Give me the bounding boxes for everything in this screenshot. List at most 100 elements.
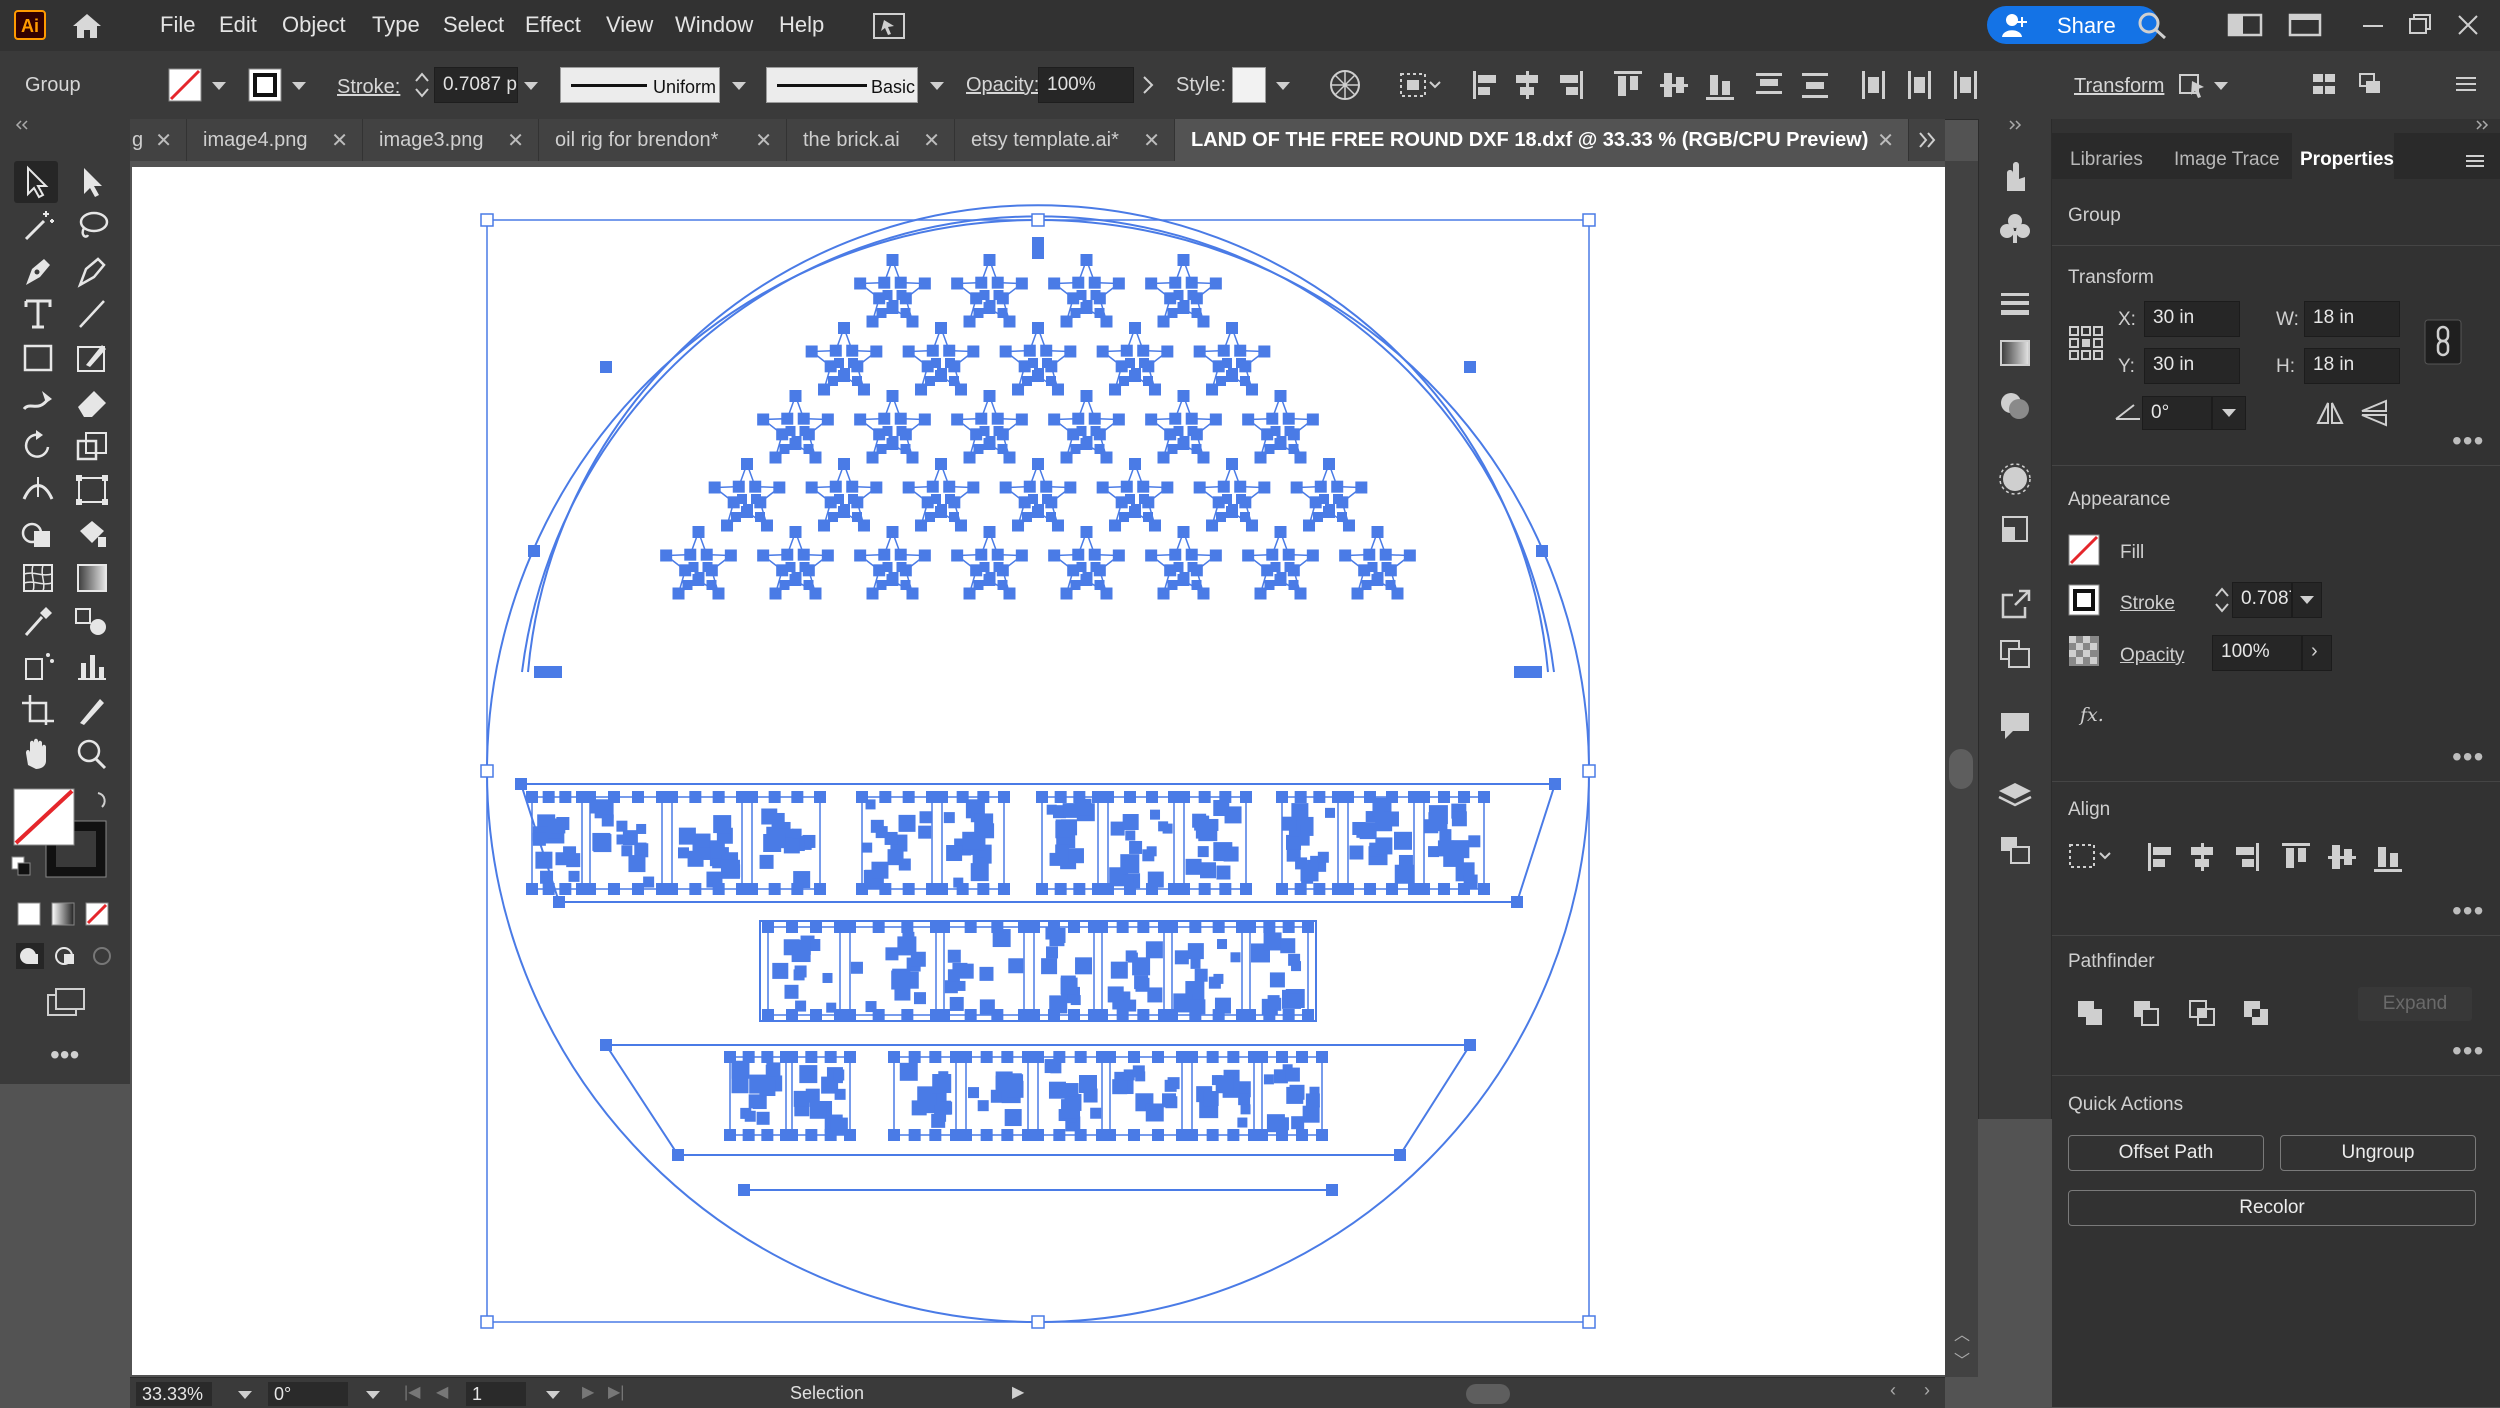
tab-image4[interactable]: image4.png ✕ [187,119,363,161]
eraser-tool-icon[interactable] [72,383,112,421]
tab-image3[interactable]: image3.png ✕ [363,119,539,161]
layers-panel-icon[interactable] [1995,779,2035,815]
tab-oil-rig[interactable]: oil rig for brendon* ✕ [539,119,787,161]
hand-tool-icon[interactable] [18,735,58,773]
brush-dropdown-icon[interactable] [930,82,944,90]
close-tab-icon[interactable]: ✕ [507,128,524,153]
close-tab-icon[interactable]: ✕ [331,128,348,153]
menu-file[interactable]: File [160,12,195,38]
flip-vertical-icon[interactable] [2358,399,2390,427]
menu-edit[interactable]: Edit [219,12,257,38]
type-tool-icon[interactable] [18,295,58,333]
resize-handle[interactable] [1582,764,1596,778]
fill-none-swatch[interactable] [2068,534,2100,566]
appearance-more-options-icon[interactable]: ••• [2452,741,2484,773]
close-tab-icon[interactable]: ✕ [923,128,940,153]
transparency-panel-icon[interactable] [1995,387,2035,423]
resize-handle[interactable] [480,764,494,778]
zoom-dropdown-icon[interactable] [238,1391,252,1399]
control-bar-menu-icon[interactable] [2452,69,2480,99]
workspace-switcher-icon[interactable] [2227,10,2263,40]
opacity-label[interactable]: Opacity: [966,74,1039,97]
transform-more-options-icon[interactable]: ••• [2452,425,2484,457]
next-artboard-icon[interactable]: ▶ [582,1382,594,1402]
opacity-input[interactable]: 100% [2212,635,2302,671]
width-tool-icon[interactable] [18,471,58,509]
rectangle-tool-icon[interactable] [18,339,58,377]
live-paint-bucket-icon[interactable] [72,515,112,553]
scroll-down-icon[interactable]: ﹀ [1954,1347,1970,1371]
pathfinder-buttons[interactable] [2076,997,2256,1031]
resize-handle[interactable] [1582,1315,1596,1329]
w-input[interactable]: 18 in [2304,301,2400,337]
align-to-selection-icon[interactable] [1398,69,1444,101]
restore-icon[interactable] [2402,10,2438,40]
transform-link[interactable]: Transform [2074,75,2164,98]
column-graph-tool-icon[interactable] [72,647,112,685]
close-tab-icon[interactable]: ✕ [1877,128,1894,153]
blend-tool-icon[interactable] [72,603,112,641]
close-tab-icon[interactable]: ✕ [155,128,172,153]
lasso-tool-icon[interactable] [72,207,112,245]
selection-tool-icon[interactable] [18,163,58,201]
recolor-button[interactable]: Recolor [2068,1190,2476,1226]
menu-help[interactable]: Help [779,12,824,38]
scroll-up-icon[interactable]: ︿ [1954,1321,1970,1345]
tab-image-trace[interactable]: Image Trace [2174,149,2280,171]
slice-tool-icon[interactable] [72,691,112,729]
vertical-scroll-thumb[interactable] [1949,749,1973,789]
close-tab-icon[interactable]: ✕ [755,128,772,153]
pen-tool-icon[interactable] [18,251,58,289]
tab-etsy-template[interactable]: etsy template.ai* ✕ [955,119,1175,161]
symbols-icon[interactable] [1995,211,2035,247]
expand-button[interactable]: Expand [2358,987,2472,1021]
graphic-style-swatch[interactable] [1232,67,1266,103]
fx-effects-button[interactable]: fx. [2080,704,2104,726]
stroke-stepper-icon[interactable] [2212,581,2232,619]
menu-select[interactable]: Select [443,12,504,38]
angle-dropdown[interactable] [2212,396,2246,430]
flip-horizontal-icon[interactable] [2314,399,2346,427]
stroke-stepper-icon[interactable] [412,67,432,103]
stroke-swatch-dropdown-icon[interactable] [292,82,306,90]
resize-handle[interactable] [1582,213,1596,227]
artboard-number-input[interactable]: 1 [466,1382,526,1406]
scroll-right-icon[interactable]: › [1924,1380,1930,1401]
collapse-panel-icon[interactable] [2470,119,2494,131]
style-dropdown-icon[interactable] [1276,82,1290,90]
stroke-weight-dropdown-icon[interactable] [524,82,538,90]
resize-handle[interactable] [1031,213,1045,227]
last-artboard-icon[interactable]: ▶| [608,1382,624,1402]
align-buttons-group[interactable] [1468,65,1838,105]
paintbrush-tool-icon[interactable] [72,339,112,377]
x-input[interactable]: 30 in [2144,301,2240,337]
vertical-scrollbar[interactable]: ︿ ﹀ [1945,161,1978,1377]
libraries-panel-icon[interactable] [1995,831,2035,867]
previous-artboard-icon[interactable]: ◀ [436,1382,448,1402]
gradient-tool-icon[interactable] [72,559,112,597]
horizontal-scroll-thumb[interactable] [1466,1384,1510,1404]
comments-icon[interactable] [1995,707,2035,743]
resize-handle[interactable] [1031,1315,1045,1329]
variable-width-profile-select[interactable]: Uniform [560,67,720,103]
draw-mode-buttons[interactable] [14,941,114,971]
rotate-tool-icon[interactable] [18,427,58,465]
stroke-label[interactable]: Stroke [2120,593,2175,615]
status-menu-icon[interactable]: ▶ [1012,1382,1024,1402]
minimize-icon[interactable] [2355,10,2391,40]
profile-dropdown-icon[interactable] [732,82,746,90]
export-icon[interactable] [1995,585,2035,621]
menu-effect[interactable]: Effect [525,12,581,38]
search-icon[interactable] [2135,10,2171,40]
tab-libraries[interactable]: Libraries [2070,149,2143,171]
align-more-options-icon[interactable]: ••• [2452,895,2484,927]
collapse-dock-icon[interactable] [2003,119,2027,131]
artboard-dropdown-icon[interactable] [546,1391,560,1399]
menu-type[interactable]: Type [372,12,420,38]
align-panel-buttons[interactable] [2068,837,2448,877]
magic-wand-tool-icon[interactable] [18,207,58,245]
line-segment-tool-icon[interactable] [72,295,112,333]
recolor-artwork-icon[interactable] [1328,68,1362,102]
share-button[interactable]: Share [1987,6,2159,44]
h-input[interactable]: 18 in [2304,348,2400,384]
